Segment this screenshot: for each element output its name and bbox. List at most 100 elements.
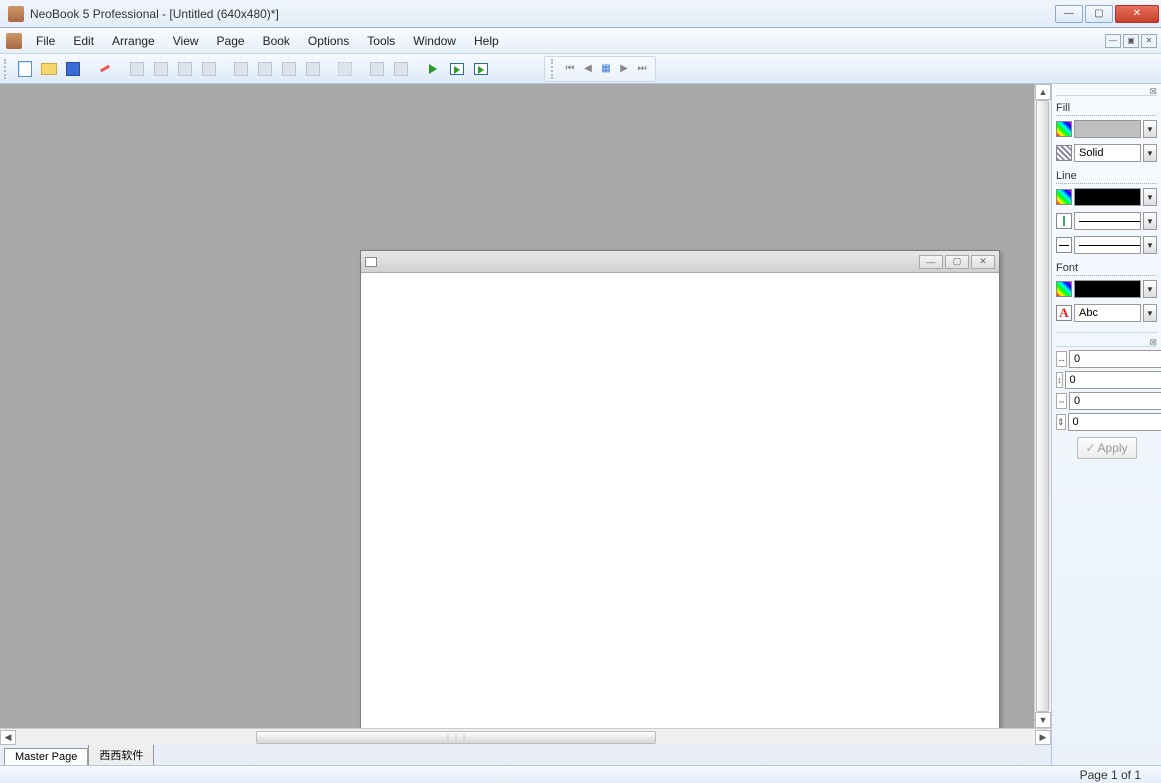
nav-grip[interactable] [551,59,557,79]
dims-close-icon[interactable]: ⊠ [1056,337,1157,347]
menu-edit[interactable]: Edit [65,32,102,50]
font-color-dropdown[interactable]: ▼ [1143,280,1157,298]
menu-help[interactable]: Help [466,32,507,50]
font-face-value[interactable]: Abc [1074,304,1141,322]
menu-book[interactable]: Book [255,32,298,50]
apply-label: Apply [1098,441,1128,455]
toolbar: ⏮ ◀ ▦ ▶ ⏭ [0,54,1161,84]
menu-arrange[interactable]: Arrange [104,32,163,50]
fill-color-swatch-icon[interactable] [1056,121,1072,137]
scroll-right-icon[interactable]: ▶ [1035,730,1051,745]
hscroll-thumb[interactable]: ⋮⋮⋮ [256,731,656,744]
tab-master-page[interactable]: Master Page [4,748,88,765]
height-icon: ⇕ [1056,414,1066,430]
line-weight-dropdown[interactable]: ▼ [1143,212,1157,230]
doc-close-button[interactable]: ✕ [971,255,995,269]
run-button[interactable] [422,58,444,80]
paste-page-button[interactable] [390,58,412,80]
statusbar: Page 1 of 1 [0,765,1161,783]
nav-first-icon[interactable]: ⏮ [563,63,577,74]
backward-button[interactable] [302,58,324,80]
run-frompage-button[interactable] [446,58,468,80]
scroll-down-icon[interactable]: ▼ [1035,712,1051,728]
line-weight-value[interactable] [1074,212,1141,230]
document-chrome: — ▢ ✕ [361,251,999,273]
delete-button[interactable] [198,58,220,80]
line-color-swatch-icon[interactable] [1056,189,1072,205]
x-position-input[interactable] [1069,350,1161,368]
fill-heading: Fill [1056,102,1157,116]
doc-maximize-button[interactable]: ▢ [945,255,969,269]
vscroll-thumb[interactable] [1036,100,1049,712]
mdi-minimize-button[interactable]: — [1105,34,1121,48]
window-close-button[interactable]: ✕ [1115,5,1159,23]
window-minimize-button[interactable]: — [1055,5,1083,23]
doc-minimize-button[interactable]: — [919,255,943,269]
mdi-restore-button[interactable]: ▣ [1123,34,1139,48]
design-canvas-area[interactable]: — ▢ ✕ [0,84,1034,728]
font-color-swatch-icon[interactable] [1056,281,1072,297]
mdi-close-button[interactable]: ✕ [1141,34,1157,48]
x-position-icon: ↔ [1056,351,1067,367]
menu-window[interactable]: Window [405,32,464,50]
font-face-dropdown[interactable]: ▼ [1143,304,1157,322]
tofront-button[interactable] [230,58,252,80]
paste-button[interactable] [174,58,196,80]
menubar-app-icon [6,33,22,49]
font-face-swatch-icon[interactable]: A [1056,305,1072,321]
new-button[interactable] [14,58,36,80]
font-color-value[interactable] [1074,280,1141,298]
brush-button[interactable] [94,58,116,80]
nav-thumb-icon[interactable]: ▦ [599,63,613,74]
menu-view[interactable]: View [165,32,207,50]
line-weight-swatch-icon[interactable] [1056,213,1072,229]
window-titlebar: NeoBook 5 Professional - [Untitled (640x… [0,0,1161,28]
fill-style-swatch-icon[interactable] [1056,145,1072,161]
fill-style-dropdown[interactable]: ▼ [1143,144,1157,162]
fill-style-value[interactable]: Solid [1074,144,1141,162]
height-input[interactable] [1068,413,1161,431]
width-input[interactable] [1069,392,1161,410]
app-icon [8,6,24,22]
line-style-value[interactable] [1074,236,1141,254]
window-maximize-button[interactable]: ▢ [1085,5,1113,23]
tab-page-1[interactable]: 西西软件 [88,744,154,765]
page-navigator: ⏮ ◀ ▦ ▶ ⏭ [544,56,656,82]
line-heading: Line [1056,170,1157,184]
save-button[interactable] [62,58,84,80]
line-color-dropdown[interactable]: ▼ [1143,188,1157,206]
fill-color-value[interactable] [1074,120,1141,138]
line-color-value[interactable] [1074,188,1141,206]
copy-page-button[interactable] [366,58,388,80]
document-window[interactable]: — ▢ ✕ [360,250,1000,728]
open-button[interactable] [38,58,60,80]
font-heading: Font [1056,262,1157,276]
nav-next-icon[interactable]: ▶ [617,63,631,74]
line-style-swatch-icon[interactable] [1056,237,1072,253]
fill-color-dropdown[interactable]: ▼ [1143,120,1157,138]
nav-prev-icon[interactable]: ◀ [581,63,595,74]
nav-last-icon[interactable]: ⏭ [635,63,649,74]
menu-page[interactable]: Page [209,32,253,50]
y-position-input[interactable] [1065,371,1161,389]
line-style-dropdown[interactable]: ▼ [1143,236,1157,254]
apply-button[interactable]: ✓Apply [1077,437,1137,459]
panel-close-icon[interactable]: ⊠ [1056,86,1157,96]
menu-file[interactable]: File [28,32,63,50]
toback-button[interactable] [254,58,276,80]
run-frame-button[interactable] [470,58,492,80]
properties-panel: ⊠ Fill ▼ Solid ▼ Line ▼ ▼ ▼ Font [1051,84,1161,765]
forward-button[interactable] [278,58,300,80]
scroll-up-icon[interactable]: ▲ [1035,84,1051,100]
check-icon: ✓ [1085,441,1095,455]
menu-options[interactable]: Options [300,32,357,50]
copy-button[interactable] [150,58,172,80]
toolbar-grip[interactable] [4,59,10,79]
horizontal-scrollbar[interactable]: ◀ ⋮⋮⋮ ▶ [0,728,1051,745]
cut-button[interactable] [126,58,148,80]
page-indicator: Page 1 of 1 [1080,768,1161,782]
menu-tools[interactable]: Tools [359,32,403,50]
vertical-scrollbar[interactable]: ▲ ▼ [1034,84,1051,728]
scroll-left-icon[interactable]: ◀ [0,730,16,745]
group-button[interactable] [334,58,356,80]
